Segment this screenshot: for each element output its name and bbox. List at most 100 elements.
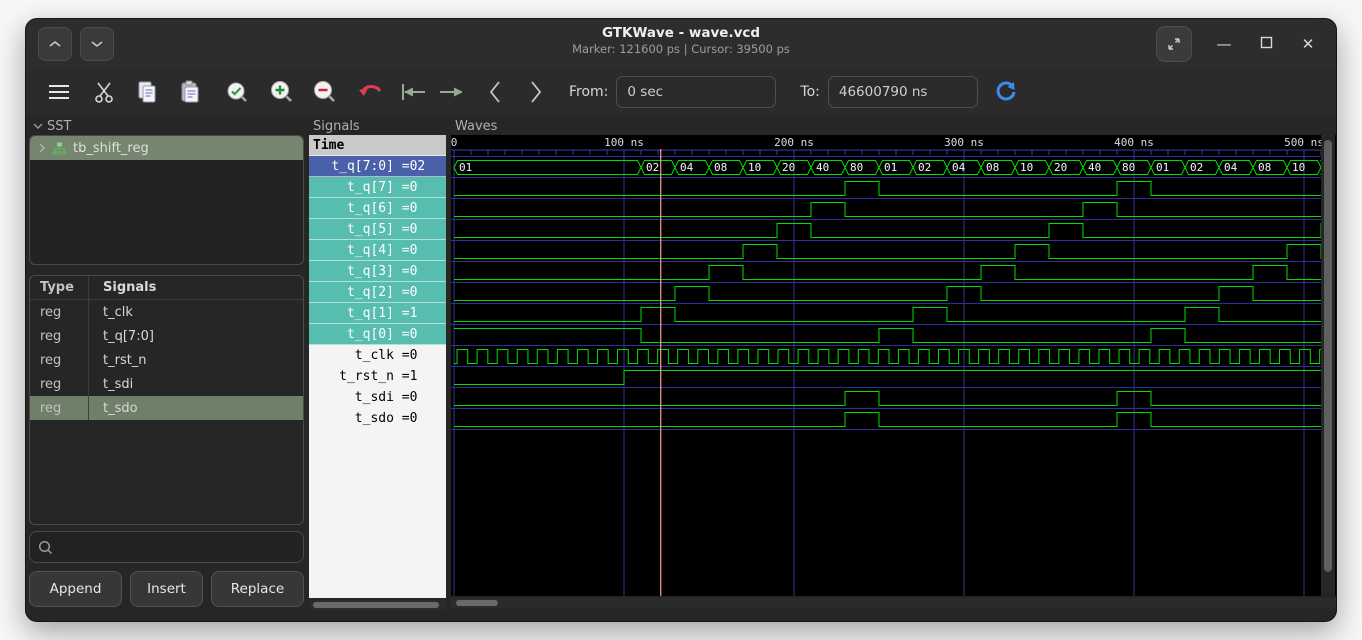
waves-panel: Waves 0 100 ns 200 ns 300 ns 400 ns 500 ns 01 0… [451,115,1336,621]
hierarchy-icon [52,142,67,154]
copy-icon [138,81,156,103]
from-label: From: [569,84,609,100]
sst-collapse-icon[interactable] [33,123,43,130]
tree-expander-icon[interactable] [38,142,46,154]
check-circle-button[interactable] [225,80,249,104]
signal-type-table: Type Signals reg t_clk reg t_q[7:0] reg t_rst… [29,275,304,525]
menu-button[interactable] [47,80,71,104]
prev-edge-icon [489,81,500,103]
svg-text:200 ns: 200 ns [774,136,814,149]
tree-item-label: tb_shift_reg [73,140,149,156]
signal-row-t_sdo[interactable]: t_sdo =0 [309,408,446,429]
marker-cursor-status: Marker: 121600 ps | Cursor: 39500 ps [572,42,790,56]
nav-up-button[interactable] [38,27,72,61]
svg-text:300 ns: 300 ns [944,136,984,149]
signal-row-t_sdi[interactable]: t_sdi =0 [309,387,446,408]
zoom-in-icon [271,81,292,102]
waves-vscroll-thumb[interactable] [1324,140,1332,572]
cell-type: reg [40,304,62,320]
table-row-t_sdo[interactable]: reg t_sdo [30,396,303,420]
replace-button[interactable]: Replace [210,571,304,607]
window-title: GTKWave - wave.vcd [601,25,761,41]
signals-panel: Signals Time t_q[7:0] =02 t_q[7] =0 t_q[6] … [309,115,446,621]
svg-text:08: 08 [986,161,999,174]
signals-hscrollbar[interactable] [309,600,446,610]
signal-row-t_q[2][interactable]: t_q[2] =0 [309,282,446,303]
column-header-signals[interactable]: Signals [88,276,303,299]
expand-icon [1168,38,1180,50]
cell-type: reg [40,352,62,368]
insert-button[interactable]: Insert [130,571,203,607]
nav-down-button[interactable] [80,27,114,61]
jump-start-button[interactable] [401,80,425,104]
svg-text:04: 04 [1224,161,1238,174]
paste-icon [181,80,199,103]
signal-row-t_rst_n[interactable]: t_rst_n =1 [309,366,446,387]
cut-icon [95,82,113,103]
table-header: Type Signals [30,276,303,300]
signal-row-Time[interactable]: Time [309,135,446,156]
svg-text:02: 02 [1190,161,1203,174]
copy-button[interactable] [135,80,159,104]
sst-panel: SST tb_shift_reg Type Signals reg t_clk … [29,115,304,621]
signal-row-t_q[3][interactable]: t_q[3] =0 [309,261,446,282]
fullscreen-button[interactable] [1156,26,1192,62]
tree-item-tb-shift-reg[interactable]: tb_shift_reg [30,136,303,160]
waves-vscrollbar[interactable] [1321,135,1335,596]
prev-edge-button[interactable] [483,80,507,104]
svg-text:01: 01 [884,161,897,174]
table-row-t_clk[interactable]: reg t_clk [30,300,303,324]
table-row-t_rst_n[interactable]: reg t_rst_n [30,348,303,372]
signal-row-t_q[4][interactable]: t_q[4] =0 [309,240,446,261]
svg-text:500 ns: 500 ns [1284,136,1321,149]
svg-text:10: 10 [1020,161,1033,174]
svg-text:01: 01 [459,161,472,174]
content-area: SST tb_shift_reg Type Signals reg t_clk … [26,115,1336,621]
svg-text:20: 20 [1054,161,1067,174]
signal-row-t_q[0][interactable]: t_q[0] =0 [309,324,446,345]
signal-row-t_clk[interactable]: t_clk =0 [309,345,446,366]
from-input[interactable] [616,76,777,108]
svg-text:04: 04 [952,161,966,174]
signal-row-t_q[6][interactable]: t_q[6] =0 [309,198,446,219]
svg-text:0: 0 [451,136,457,149]
waves-header: Waves [455,118,498,134]
signal-row-t_q[5][interactable]: t_q[5] =0 [309,219,446,240]
signals-hscroll-thumb[interactable] [313,602,439,608]
reload-button[interactable] [994,80,1018,104]
svg-text:04: 04 [680,161,694,174]
signal-row-t_q[1][interactable]: t_q[1] =1 [309,303,446,324]
paste-button[interactable] [178,80,202,104]
jump-end-button[interactable] [438,80,462,104]
column-header-type[interactable]: Type [30,280,88,295]
minimize-button[interactable]: — [1214,35,1234,53]
table-row-t_q[7:0][interactable]: reg t_q[7:0] [30,324,303,348]
svg-text:80: 80 [850,161,863,174]
close-button[interactable]: ✕ [1298,35,1318,53]
waves-hscroll-thumb[interactable] [456,600,498,606]
zoom-out-button[interactable] [313,80,337,104]
to-input[interactable] [827,76,978,108]
next-edge-icon [531,81,542,103]
signal-row-t_q[7][interactable]: t_q[7] =0 [309,177,446,198]
svg-text:08: 08 [1258,161,1271,174]
cut-button[interactable] [92,80,116,104]
maximize-button[interactable] [1256,35,1276,53]
waves-hscrollbar[interactable] [451,598,1336,608]
signal-row-t_q[7:0][interactable]: t_q[7:0] =02 [309,156,446,177]
cell-signal: t_clk [88,300,303,324]
svg-text:20: 20 [782,161,795,174]
sst-tree: tb_shift_reg [29,135,304,265]
next-edge-button[interactable] [524,80,548,104]
waveform-canvas[interactable]: 0 100 ns 200 ns 300 ns 400 ns 500 ns 01 02 04 08 1… [451,135,1321,596]
cell-signal: t_sdo [88,396,303,420]
search-input[interactable] [59,539,295,555]
chevron-down-icon [91,41,103,48]
zoom-in-button[interactable] [270,80,294,104]
undo-icon [359,85,382,96]
jump-end-icon [440,87,462,97]
append-button[interactable]: Append [29,571,122,607]
table-row-t_sdi[interactable]: reg t_sdi [30,372,303,396]
undo-button[interactable] [358,80,382,104]
wave-area[interactable]: 0 100 ns 200 ns 300 ns 400 ns 500 ns 01 02 04 08 1… [451,135,1336,596]
